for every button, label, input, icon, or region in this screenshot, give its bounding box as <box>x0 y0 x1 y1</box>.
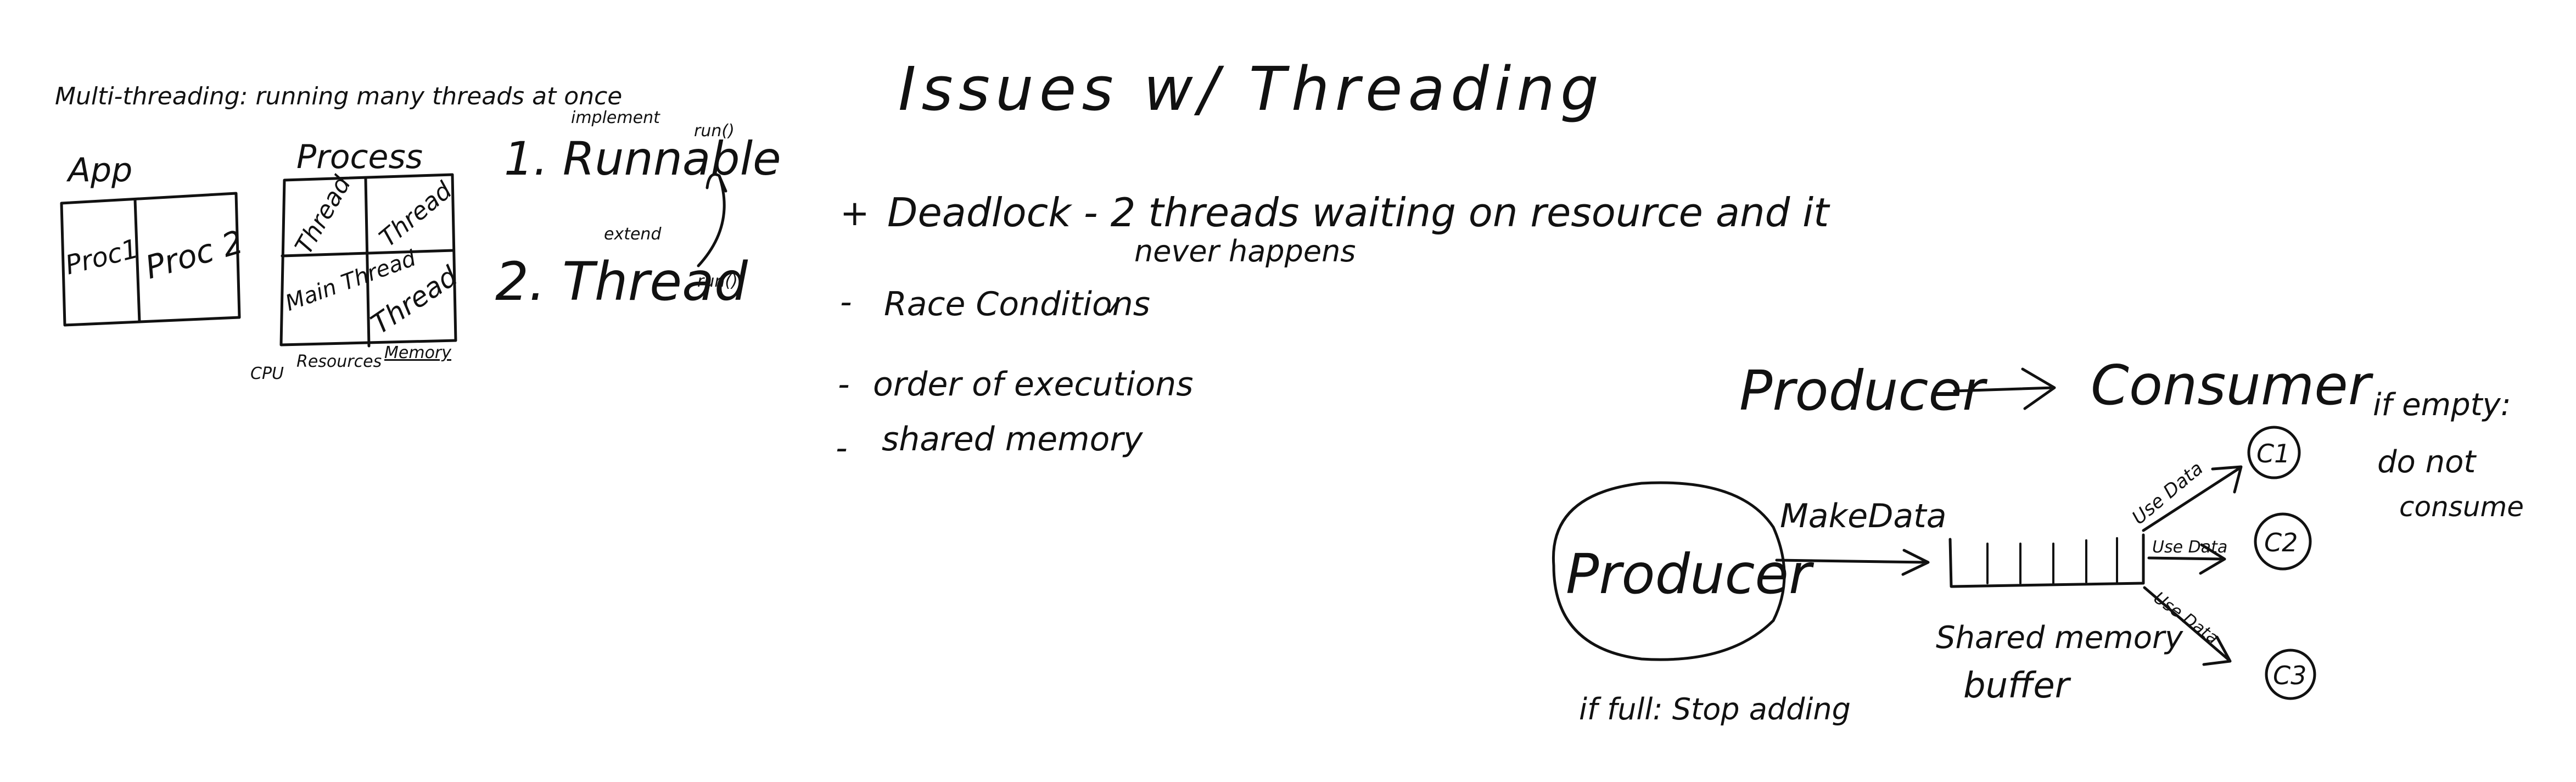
consumer-c2: C2 <box>2264 528 2298 557</box>
if-full-note: if full: Stop adding <box>1579 692 1851 727</box>
consumer-c1: C1 <box>2256 439 2290 468</box>
issue-order-text: order of executions <box>873 365 1194 404</box>
process-footer-memory: Memory <box>384 343 452 362</box>
issues-title: Issues w/ Threading <box>898 54 1604 124</box>
use-data-2: Use Data <box>2152 538 2227 557</box>
way-runnable-label: 1. Runnable <box>504 132 781 186</box>
buffer-outline <box>1948 533 2145 588</box>
app-cell-proc2: Proc 2 <box>141 223 247 286</box>
producer-consumer-section: Producer Consumer if empty: do not consu… <box>1552 353 2524 727</box>
issue-race-bullet: - <box>840 283 852 321</box>
process-label: Process <box>296 138 423 176</box>
use-data-1: Use Data <box>2128 457 2208 529</box>
buffer-slots <box>1986 537 2118 584</box>
make-data-label: MakeData <box>1780 497 1946 535</box>
issue-deadlock-text: Deadlock - 2 threads waiting on resource… <box>887 189 1830 236</box>
app-cell-proc1: Proc1 <box>62 233 142 281</box>
issue-deadlock-continuation: never happens <box>1134 234 1356 269</box>
process-footer-resources: Resources <box>296 352 382 371</box>
process-footer-cpu: CPU <box>250 364 284 383</box>
multithreading-section: Multi-threading: running many threads at… <box>55 82 781 383</box>
way-thread-note: extend <box>604 225 662 244</box>
whiteboard-canvas: Multi-threading: running many threads at… <box>55 54 2524 727</box>
way-runnable-note: implement <box>571 108 660 127</box>
issue-deadlock-bullet: + <box>840 193 870 234</box>
way-runnable-method: run() <box>694 121 735 141</box>
multithreading-heading: Multi-threading: running many threads at… <box>55 82 622 110</box>
pc-header-consumer: Consumer <box>2091 353 2374 417</box>
app-label: App <box>66 151 132 189</box>
if-empty-line-2: do not <box>2377 444 2477 480</box>
if-empty-line-1: if empty: <box>2373 387 2511 423</box>
buffer-label-line-2: buffer <box>1963 666 2071 706</box>
buffer-label-line-1: Shared memory <box>1936 620 2183 656</box>
issue-order-bullet: - <box>838 365 850 404</box>
if-empty-line-3: consume <box>2399 491 2524 523</box>
pc-header-producer: Producer <box>1739 359 1988 423</box>
way-thread-method: run() <box>697 272 738 291</box>
consumer-c3: C3 <box>2273 661 2306 690</box>
producer-label: Producer <box>1566 542 1815 606</box>
issues-section: Issues w/ Threading + Deadlock - 2 threa… <box>836 54 1830 467</box>
process-cell-thread-1: Thread <box>290 171 357 259</box>
issue-shared-memory-bullet: - <box>836 429 848 467</box>
issue-race-checkmark-icon: ✓ <box>1104 293 1124 321</box>
process-cell-thread-2: Thread <box>374 176 458 253</box>
issue-shared-memory-text: shared memory <box>882 420 1144 459</box>
